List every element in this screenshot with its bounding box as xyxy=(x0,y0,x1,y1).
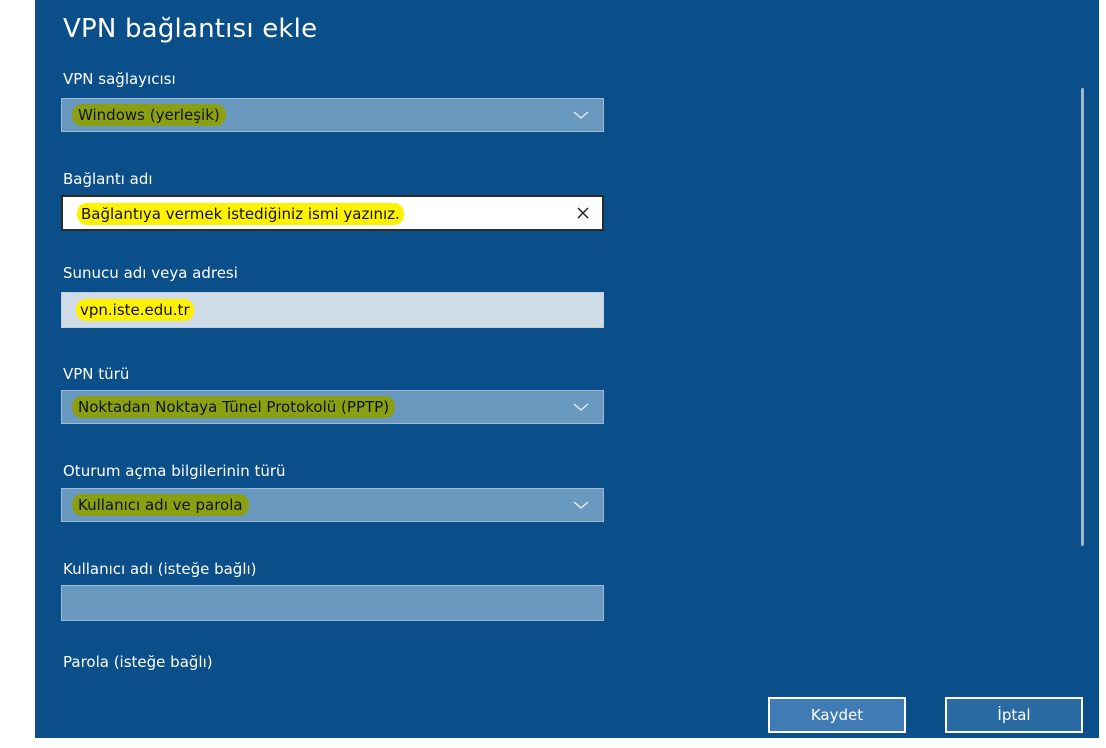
provider-dropdown[interactable]: Windows (yerleşik) xyxy=(61,98,604,132)
signin-type-value: Kullanıcı adı ve parola xyxy=(72,494,249,516)
server-label: Sunucu adı veya adresi xyxy=(63,264,238,282)
connection-name-input[interactable]: Bağlantıya vermek istediğiniz ismi yazın… xyxy=(61,195,604,231)
close-icon[interactable] xyxy=(576,206,590,220)
vpn-type-label: VPN türü xyxy=(63,365,130,383)
password-label: Parola (isteğe bağlı) xyxy=(63,653,213,671)
signin-type-label: Oturum açma bilgilerinin türü xyxy=(63,462,286,480)
cancel-button[interactable]: İptal xyxy=(945,697,1083,733)
dialog-title: VPN bağlantısı ekle xyxy=(63,14,318,44)
vpn-add-dialog: VPN bağlantısı ekle VPN sağlayıcısı Wind… xyxy=(35,0,1099,738)
vpn-type-value: Noktadan Noktaya Tünel Protokolü (PPTP) xyxy=(72,396,396,418)
chevron-down-icon xyxy=(573,501,589,509)
server-input[interactable]: vpn.iste.edu.tr xyxy=(61,292,604,328)
username-input[interactable] xyxy=(61,585,604,621)
username-label: Kullanıcı adı (isteğe bağlı) xyxy=(63,560,257,578)
save-button[interactable]: Kaydet xyxy=(768,697,906,733)
connection-name-value: Bağlantıya vermek istediğiniz ismi yazın… xyxy=(77,203,404,225)
server-value: vpn.iste.edu.tr xyxy=(76,299,194,321)
vpn-type-dropdown[interactable]: Noktadan Noktaya Tünel Protokolü (PPTP) xyxy=(61,390,604,424)
connection-name-label: Bağlantı adı xyxy=(63,170,153,188)
chevron-down-icon xyxy=(573,403,589,411)
provider-label: VPN sağlayıcısı xyxy=(63,70,176,88)
chevron-down-icon xyxy=(573,111,589,119)
scrollbar[interactable] xyxy=(1081,88,1084,546)
provider-value: Windows (yerleşik) xyxy=(72,104,226,126)
signin-type-dropdown[interactable]: Kullanıcı adı ve parola xyxy=(61,488,604,522)
